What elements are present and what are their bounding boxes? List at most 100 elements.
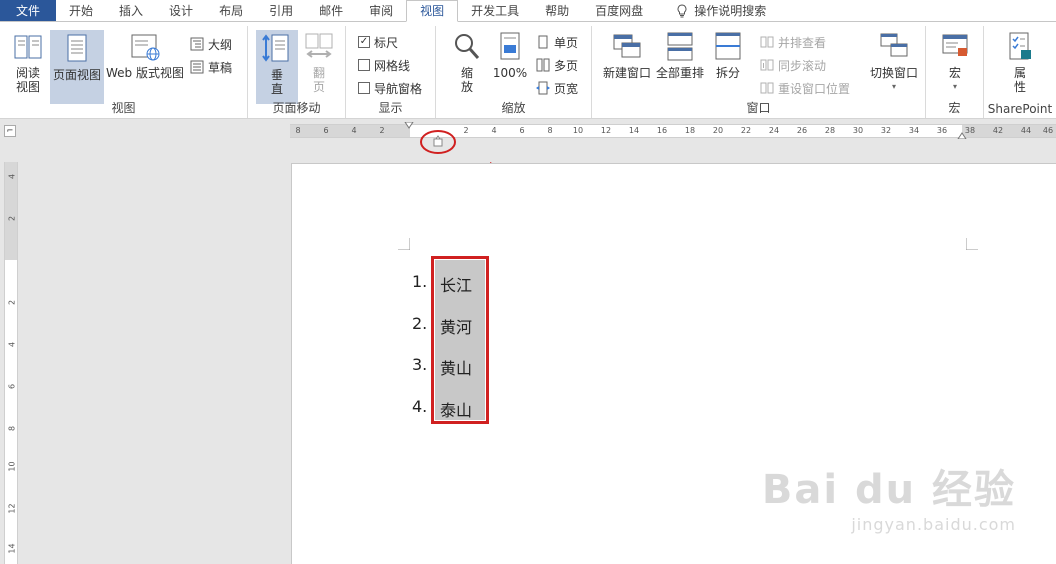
vertical-scroll-icon	[262, 34, 289, 62]
tab-mailings[interactable]: 邮件	[306, 0, 356, 22]
tab-home[interactable]: 开始	[56, 0, 106, 22]
nav-pane-checkbox[interactable]: 导航窗格	[358, 78, 422, 98]
ruler-tick: 2	[7, 215, 17, 222]
page-width-label: 页宽	[554, 81, 579, 96]
web-layout-icon	[131, 34, 160, 61]
watermark-logo-text: Bai du 经验	[761, 467, 1016, 513]
vertical-ruler[interactable]: 4 2 2 4 6 8 10 12 14	[4, 162, 18, 564]
horizontal-ruler[interactable]: 8 6 4 2 2 4 6 8 10 12 14 16 18 20 22 24 …	[290, 122, 1056, 139]
ruler-tick: 18	[684, 126, 696, 135]
ruler-tick: 14	[628, 126, 640, 135]
gridlines-check-box	[358, 59, 370, 71]
new-window-label: 新建窗口	[602, 66, 651, 80]
print-layout-button[interactable]: 页面视图	[50, 30, 104, 104]
ruler-tick: 6	[7, 383, 17, 390]
switch-windows-button[interactable]: 切换窗口 ▾	[866, 30, 922, 94]
ruler-tick: 22	[740, 126, 752, 135]
group-label-macros: 宏	[948, 101, 961, 115]
tab-references[interactable]: 引用	[256, 0, 306, 22]
group-label-window: 窗口	[746, 101, 771, 115]
reset-window-position-button[interactable]: 重设窗口位置	[760, 78, 850, 98]
ruler-tick: 2	[463, 126, 469, 135]
tab-baidu-netdisk[interactable]: 百度网盘	[582, 0, 656, 22]
side-to-side-button[interactable]: 翻 页	[300, 30, 338, 94]
outline-label: 大纲	[208, 37, 233, 52]
tab-insert[interactable]: 插入	[106, 0, 156, 22]
ruler-tick: 36	[936, 126, 948, 135]
read-mode-button[interactable]: 阅读 视图	[8, 30, 48, 94]
tab-help[interactable]: 帮助	[532, 0, 582, 22]
nav-pane-check-box	[358, 82, 370, 94]
split-button[interactable]: 拆分	[710, 30, 746, 80]
ruler-tick: 2	[7, 299, 17, 306]
magnifier-icon	[455, 34, 480, 59]
right-indent-marker[interactable]	[957, 131, 967, 139]
ruler-tick: 6	[323, 126, 329, 135]
tab-review[interactable]: 审阅	[356, 0, 406, 22]
web-layout-button[interactable]: Web 版式视图	[104, 30, 186, 80]
ruler-tick: 8	[7, 425, 17, 432]
arrange-all-label: 全部重排	[655, 66, 704, 80]
zoom-button[interactable]: 缩 放	[450, 30, 484, 94]
macros-icon	[942, 34, 968, 56]
one-page-button[interactable]: 单页	[536, 32, 578, 52]
outline-icon	[190, 37, 204, 51]
group-show: ✓ 标尺 网格线 导航窗格 显示	[346, 26, 436, 118]
page-width-button[interactable]: 页宽	[536, 78, 578, 98]
ruler-tick: 16	[656, 126, 668, 135]
side-by-side-button[interactable]: 并排查看	[760, 32, 826, 52]
group-label-zoom: 缩放	[501, 101, 526, 115]
one-page-icon	[538, 35, 548, 49]
ruler-label: 标尺	[374, 35, 399, 50]
group-label-sharepoint: SharePoint	[987, 102, 1053, 116]
vertical-label: 垂 直	[270, 68, 283, 96]
gridlines-checkbox[interactable]: 网格线	[358, 55, 410, 75]
ruler-tick: 28	[824, 126, 836, 135]
zoom-100-button[interactable]: 100%	[492, 30, 528, 80]
properties-label: 属 性	[1013, 66, 1026, 94]
group-macros: 宏 ▾ 宏	[926, 26, 984, 118]
group-label-page-movement: 页面移动	[272, 101, 321, 115]
vertical-button[interactable]: 垂 直	[256, 30, 298, 104]
arrange-all-button[interactable]: 全部重排	[654, 30, 706, 80]
new-window-button[interactable]: 新建窗口	[602, 30, 652, 80]
first-line-indent-marker[interactable]	[404, 122, 414, 130]
tell-me-search[interactable]: 操作说明搜索	[656, 0, 779, 22]
tab-layout[interactable]: 布局	[206, 0, 256, 22]
macros-button[interactable]: 宏 ▾	[938, 30, 972, 94]
side-by-side-icon	[760, 36, 774, 48]
ruler-tick: 30	[852, 126, 864, 135]
multi-page-button[interactable]: 多页	[536, 55, 578, 75]
read-mode-label: 阅读 视图	[15, 66, 40, 94]
hanging-indent-marker-highlight	[420, 130, 456, 154]
new-window-icon	[613, 34, 641, 58]
switch-windows-label: 切换窗口	[869, 66, 918, 80]
tab-design[interactable]: 设计	[156, 0, 206, 22]
group-label-views: 视图	[111, 101, 136, 115]
ruler-tick: 44	[1020, 126, 1032, 135]
ruler-tick: 4	[7, 341, 17, 348]
document-page[interactable]: 1. 长江 2. 黄河 3. 黄山 4. 泰山 Bai du 经验 jingya…	[291, 163, 1056, 564]
ribbon: 阅读 视图 页面视图 Web 版式视图 大纲 草稿 视图 垂 直 翻 页 页面移…	[0, 21, 1056, 119]
group-views: 阅读 视图 页面视图 Web 版式视图 大纲 草稿 视图	[0, 26, 248, 118]
draft-button[interactable]: 草稿	[190, 57, 232, 77]
gridlines-label: 网格线	[374, 58, 411, 73]
multi-page-icon	[536, 58, 550, 72]
ruler-tick: 32	[880, 126, 892, 135]
ribbon-tab-bar: 文件 开始 插入 设计 布局 引用 邮件 审阅 视图 开发工具 帮助 百度网盘 …	[0, 0, 1056, 22]
chevron-down-icon: ▾	[891, 82, 896, 91]
tab-file[interactable]: 文件	[0, 0, 57, 22]
reset-position-icon	[760, 82, 774, 94]
tab-view[interactable]: 视图	[406, 0, 459, 22]
properties-button[interactable]: 属 性	[1002, 30, 1038, 94]
properties-icon	[1009, 32, 1031, 60]
tab-developer[interactable]: 开发工具	[458, 0, 532, 22]
one-page-label: 单页	[554, 35, 579, 50]
ruler-tick: 12	[600, 126, 612, 135]
tab-selector[interactable]: ⌐	[4, 125, 16, 137]
ruler-tick: 20	[712, 126, 724, 135]
outline-button[interactable]: 大纲	[190, 34, 232, 54]
ruler-tick: 8	[295, 126, 301, 135]
sync-scroll-button[interactable]: 同步滚动	[760, 55, 826, 75]
ruler-checkbox[interactable]: ✓ 标尺	[358, 32, 398, 52]
